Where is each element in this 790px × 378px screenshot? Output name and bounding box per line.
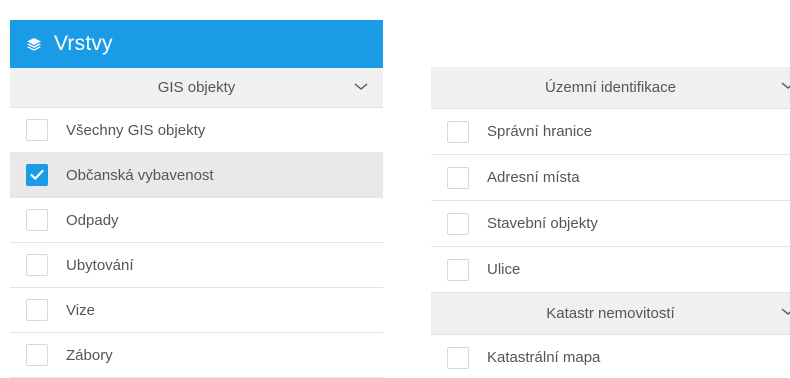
layer-item-ulice[interactable]: Ulice (431, 247, 790, 293)
checkbox[interactable] (26, 209, 48, 231)
layer-item-label: Správní hranice (487, 123, 593, 140)
checkbox[interactable] (26, 119, 48, 141)
layer-item-label: Ubytování (66, 256, 134, 274)
checkbox[interactable] (26, 254, 48, 276)
section-header-uzemni-identifikace[interactable]: Územní identifikace (431, 67, 790, 109)
layer-item-obcanska-vybavenost[interactable]: Občanská vybavenost (10, 153, 383, 198)
checkbox[interactable] (447, 166, 469, 189)
checkbox[interactable] (26, 299, 48, 321)
chevron-down-icon[interactable] (780, 304, 790, 320)
layers-panel: Vrstvy GIS objekty Všechny GIS objekty O… (10, 20, 383, 378)
layer-item-label: Zábory (66, 346, 113, 364)
chevron-down-icon[interactable] (353, 79, 369, 95)
layer-item-label: Všechny GIS objekty (66, 121, 206, 139)
layer-item-label: Vize (66, 301, 95, 319)
checkbox[interactable] (26, 344, 48, 366)
checkbox[interactable] (447, 258, 469, 281)
checkbox[interactable] (447, 212, 469, 235)
layers-title: Vrstvy (54, 32, 113, 55)
layer-item-label: Občanská vybavenost (66, 166, 214, 184)
section-header-katastr-nemovitosti[interactable]: Katastr nemovitostí (431, 293, 790, 335)
layer-item-katastralni-mapa[interactable]: Katastrální mapa (431, 335, 790, 370)
section-title: GIS objekty (157, 79, 236, 96)
checkbox-checked[interactable] (26, 164, 48, 186)
layer-item-vize[interactable]: Vize (10, 288, 383, 333)
layer-item-label: Stavební objekty (487, 215, 598, 232)
layer-item-vsechny-gis-objekty[interactable]: Všechny GIS objekty (10, 108, 383, 153)
layer-item-label: Odpady (66, 211, 119, 229)
check-icon (30, 169, 44, 180)
layer-item-ubytovani[interactable]: Ubytování (10, 243, 383, 288)
section-title: Územní identifikace (545, 79, 676, 96)
checkbox[interactable] (447, 120, 469, 143)
layers-header[interactable]: Vrstvy (10, 20, 383, 68)
layer-item-zabory[interactable]: Zábory (10, 333, 383, 378)
layer-item-spravni-hranice[interactable]: Správní hranice (431, 109, 790, 155)
layer-item-label: Adresní místa (487, 169, 580, 186)
layers-panel-continued: Územní identifikace Správní hranice Adre… (431, 67, 790, 370)
layers-icon (27, 38, 41, 51)
section-title: Katastr nemovitostí (546, 305, 675, 322)
chevron-down-icon[interactable] (780, 78, 790, 94)
checkbox[interactable] (447, 346, 469, 369)
layer-item-stavebni-objekty[interactable]: Stavební objekty (431, 201, 790, 247)
layer-item-odpady[interactable]: Odpady (10, 198, 383, 243)
layer-item-adresni-mista[interactable]: Adresní místa (431, 155, 790, 201)
layer-item-label: Katastrální mapa (487, 349, 601, 366)
section-header-gis-objekty[interactable]: GIS objekty (10, 68, 383, 108)
layer-item-label: Ulice (487, 261, 521, 278)
